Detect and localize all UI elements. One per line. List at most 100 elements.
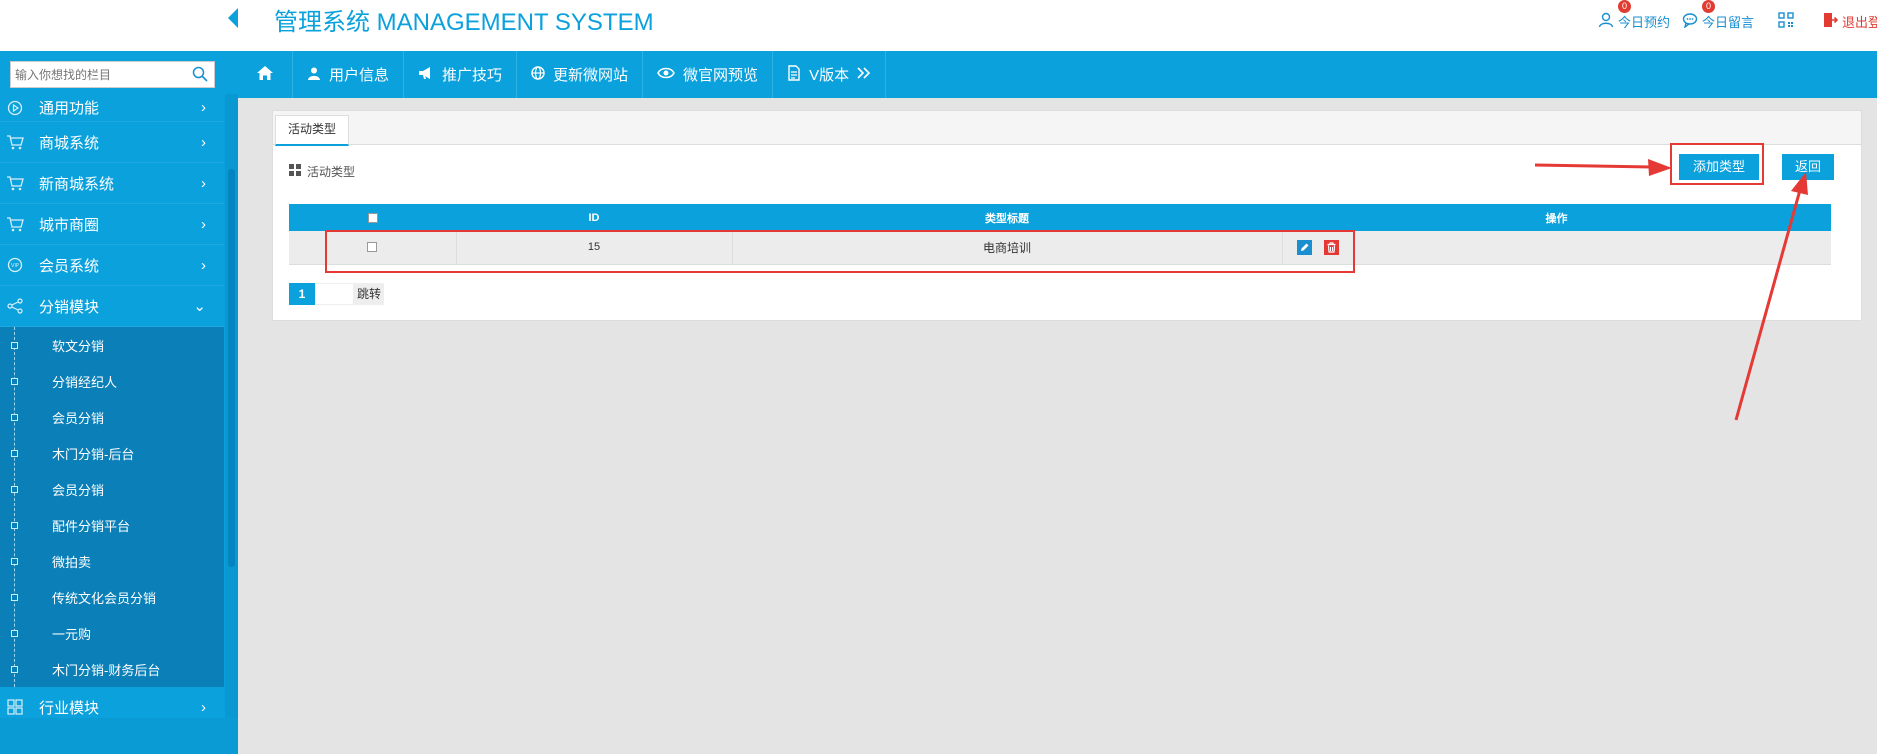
highlight-add-button-box xyxy=(1670,143,1764,185)
sidebar: 通用功能 › 商城系统 › 新商城系统 › 城市商圈 › VIP xyxy=(0,51,238,754)
nav-version[interactable]: V版本 xyxy=(773,51,887,98)
sidebar-item-label: 会员系统 xyxy=(39,257,100,275)
submenu-item[interactable]: 木门分销-后台 xyxy=(0,435,224,471)
grid-icon xyxy=(0,699,30,715)
id-header: ID xyxy=(456,204,732,231)
submenu-item[interactable]: 会员分销 xyxy=(0,399,224,435)
home-button[interactable] xyxy=(238,51,293,98)
logout-link[interactable]: 退出登 xyxy=(1822,12,1877,31)
eye-icon xyxy=(657,66,675,83)
select-all-checkbox[interactable] xyxy=(367,212,378,223)
sidebar-item-general[interactable]: 通用功能 › xyxy=(0,94,224,122)
sidebar-item-city-circle[interactable]: 城市商圈 › xyxy=(0,204,224,245)
sidebar-menu: 通用功能 › 商城系统 › 新商城系统 › 城市商圈 › VIP 会员系统 › … xyxy=(0,94,224,728)
logout-icon xyxy=(1822,12,1839,31)
chevron-down-icon: ⌄ xyxy=(193,298,206,315)
cart-icon xyxy=(0,175,30,191)
sidebar-item-label: 商城系统 xyxy=(39,134,100,152)
search-icon[interactable] xyxy=(192,66,208,85)
system-title: 管理系统 MANAGEMENT SYSTEM xyxy=(274,9,654,36)
submenu-item[interactable]: 一元购 xyxy=(0,615,224,651)
logout-label: 退出登 xyxy=(1842,15,1877,30)
submenu-item[interactable]: 传统文化会员分销 xyxy=(0,579,224,615)
today-appointments-label: 今日预约 xyxy=(1618,15,1671,30)
submenu-item[interactable]: 软文分销 xyxy=(0,327,224,363)
nav-update-microsite[interactable]: 更新微网站 xyxy=(517,51,644,98)
tree-node-icon xyxy=(11,630,18,637)
sidebar-search xyxy=(10,61,215,88)
sidebar-item-new-mall[interactable]: 新商城系统 › xyxy=(0,163,224,204)
appointments-badge: 0 xyxy=(1618,0,1631,13)
chat-icon: 0 xyxy=(1682,0,1715,31)
nav-version-label: V版本 xyxy=(809,67,850,84)
main-panel: 活动类型 活动类型 添加类型 返回 ID 类型标题 操作 15 电商培训 1 跳… xyxy=(272,110,1862,321)
actions-header: 操作 xyxy=(1282,204,1831,231)
today-messages-label: 今日留言 xyxy=(1702,15,1755,30)
nav-promo-tips[interactable]: 推广技巧 xyxy=(404,51,518,98)
tree-node-icon xyxy=(11,594,18,601)
sidebar-scroll-thumb[interactable] xyxy=(228,169,235,567)
chevron-right-icon: › xyxy=(201,256,206,274)
sidebar-search-input[interactable] xyxy=(11,62,181,87)
submenu-item-label: 会员分销 xyxy=(52,410,105,426)
globe-icon xyxy=(531,65,545,84)
nav-site-preview-label: 微官网预览 xyxy=(683,67,759,84)
submenu-item-label: 传统文化会员分销 xyxy=(52,590,157,606)
messages-badge: 0 xyxy=(1702,0,1715,13)
today-messages-link[interactable]: 0 今日留言 xyxy=(1682,0,1755,31)
highlight-row-box xyxy=(325,230,1355,273)
submenu-item-label: 木门分销-财务后台 xyxy=(52,662,161,678)
chevron-right-icon: › xyxy=(201,698,206,716)
tree-node-icon xyxy=(11,450,18,457)
sidebar-item-label: 新商城系统 xyxy=(39,175,115,193)
play-circle-icon xyxy=(0,100,30,116)
user-icon: 0 xyxy=(1598,0,1631,31)
submenu-item-label: 会员分销 xyxy=(52,482,105,498)
page-jump-input[interactable] xyxy=(315,283,354,305)
sidebar-item-label: 通用功能 xyxy=(39,100,100,117)
table-header-row: ID 类型标题 操作 xyxy=(289,204,1831,231)
nav-user-info[interactable]: 用户信息 xyxy=(293,51,405,98)
tree-node-icon xyxy=(11,666,18,673)
submenu-item-label: 配件分销平台 xyxy=(52,518,131,534)
tree-node-icon xyxy=(11,378,18,385)
submenu-item[interactable]: 微拍卖 xyxy=(0,543,224,579)
qrcode-icon xyxy=(1778,12,1794,31)
submenu-item[interactable]: 分销经纪人 xyxy=(0,363,224,399)
megaphone-icon xyxy=(418,66,434,84)
nav-site-preview[interactable]: 微官网预览 xyxy=(643,51,774,98)
submenu-item-label: 分销经纪人 xyxy=(52,374,118,390)
row-actions xyxy=(1281,231,1831,265)
chevron-right-icon: › xyxy=(201,174,206,192)
chevron-right-icon: › xyxy=(201,133,206,151)
sidebar-item-distribution[interactable]: 分销模块 ⌄ xyxy=(0,286,224,327)
select-all-header xyxy=(289,204,456,231)
sidebar-item-mall[interactable]: 商城系统 › xyxy=(0,122,224,163)
submenu-item[interactable]: 会员分销 xyxy=(0,471,224,507)
tree-node-icon xyxy=(11,558,18,565)
submenu-item[interactable]: 木门分销-财务后台 xyxy=(0,651,224,687)
sidebar-item-member[interactable]: VIP 会员系统 › xyxy=(0,245,224,286)
tab-activity-types[interactable]: 活动类型 xyxy=(275,115,350,146)
submenu-item-label: 木门分销-后台 xyxy=(52,446,135,462)
submenu-item[interactable]: 配件分销平台 xyxy=(0,507,224,543)
qrcode-link[interactable] xyxy=(1778,12,1794,31)
pagination: 1 跳转 xyxy=(289,283,385,305)
sidebar-item-label: 分销模块 xyxy=(39,298,100,316)
page-button-current[interactable]: 1 xyxy=(289,283,315,305)
back-button[interactable]: 返回 xyxy=(1782,154,1834,180)
today-appointments-link[interactable]: 0 今日预约 xyxy=(1598,0,1671,31)
distribution-submenu: 软文分销 分销经纪人 会员分销 木门分销-后台 会员分销 配件分销平台 微拍卖 … xyxy=(0,327,224,687)
sidebar-toggle-notch[interactable] xyxy=(228,8,238,28)
grid-icon xyxy=(289,164,301,179)
logo-area xyxy=(0,0,238,51)
nav-update-microsite-label: 更新微网站 xyxy=(553,67,629,84)
cart-icon xyxy=(0,134,30,150)
top-nav: 用户信息 推广技巧 更新微网站 微官网预览 V版本 xyxy=(238,51,1877,98)
chevron-right-icon: › xyxy=(201,215,206,233)
submenu-item-label: 一元购 xyxy=(52,626,92,642)
double-chevron-right-icon xyxy=(857,66,871,83)
nav-user-info-label: 用户信息 xyxy=(329,67,390,84)
page-jump-button[interactable]: 跳转 xyxy=(354,283,385,305)
sidebar-item-label: 城市商圈 xyxy=(39,216,100,234)
